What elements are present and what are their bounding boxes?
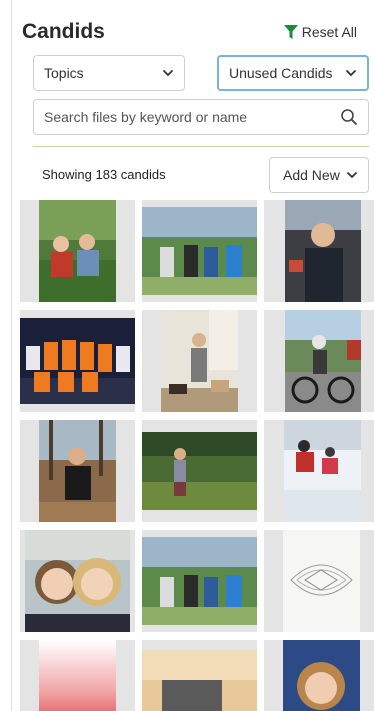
photo-tile[interactable] xyxy=(264,200,374,302)
photo-girl-in-leaves xyxy=(39,420,116,522)
photo-grid xyxy=(20,200,374,711)
photo-tile[interactable] xyxy=(20,530,135,632)
status-dropdown-label: Unused Candids xyxy=(229,65,333,81)
photo-tile[interactable] xyxy=(264,640,374,711)
photo-tile[interactable] xyxy=(20,640,135,711)
panel-header: Candids Reset All xyxy=(22,20,357,46)
filter-icon xyxy=(283,25,298,39)
photo-girl-in-field xyxy=(142,432,257,510)
photo-tile[interactable] xyxy=(20,420,135,522)
photo-portrait-woman xyxy=(283,640,360,711)
photo-team-golf-course xyxy=(142,207,257,295)
search-icon[interactable] xyxy=(340,108,358,126)
photo-sketch-drawing xyxy=(283,530,360,632)
photo-tile[interactable] xyxy=(20,200,135,302)
photo-girls-grass xyxy=(39,200,116,302)
photo-tile[interactable] xyxy=(264,530,374,632)
status-dropdown[interactable]: Unused Candids xyxy=(217,55,369,91)
topics-dropdown[interactable]: Topics xyxy=(33,55,185,91)
add-new-button[interactable]: Add New xyxy=(269,157,369,193)
photo-boy-in-car xyxy=(285,200,361,302)
search-input[interactable] xyxy=(44,109,340,125)
reset-all-button[interactable]: Reset All xyxy=(283,24,357,40)
photo-tile[interactable] xyxy=(142,200,257,302)
photo-red-gradient xyxy=(39,640,116,711)
photo-two-girls-selfie xyxy=(25,530,130,632)
photo-tile[interactable] xyxy=(142,420,257,522)
search-box xyxy=(33,99,369,135)
divider xyxy=(33,146,369,147)
photo-tile[interactable] xyxy=(142,530,257,632)
photo-kids-in-snow xyxy=(284,420,361,522)
chevron-down-icon xyxy=(347,172,357,179)
photo-team-golf-course-2 xyxy=(142,537,257,625)
photo-person-with-dogs xyxy=(161,310,238,412)
photo-tile[interactable] xyxy=(142,310,257,412)
page-title: Candids xyxy=(22,20,105,43)
photo-soccer-team-orange xyxy=(20,318,135,404)
photo-tile[interactable] xyxy=(264,310,374,412)
photo-tile[interactable] xyxy=(20,310,135,412)
topics-dropdown-label: Topics xyxy=(44,65,84,81)
chevron-down-icon xyxy=(163,70,173,77)
photo-boy-bicycle xyxy=(285,310,361,412)
chevron-down-icon xyxy=(346,70,356,77)
add-new-label: Add New xyxy=(283,167,340,183)
photo-tile[interactable] xyxy=(264,420,374,522)
reset-all-label: Reset All xyxy=(301,24,357,40)
photo-tile[interactable] xyxy=(142,640,257,711)
result-count: Showing 183 candids xyxy=(42,167,166,182)
photo-laptop-desk xyxy=(142,650,257,711)
